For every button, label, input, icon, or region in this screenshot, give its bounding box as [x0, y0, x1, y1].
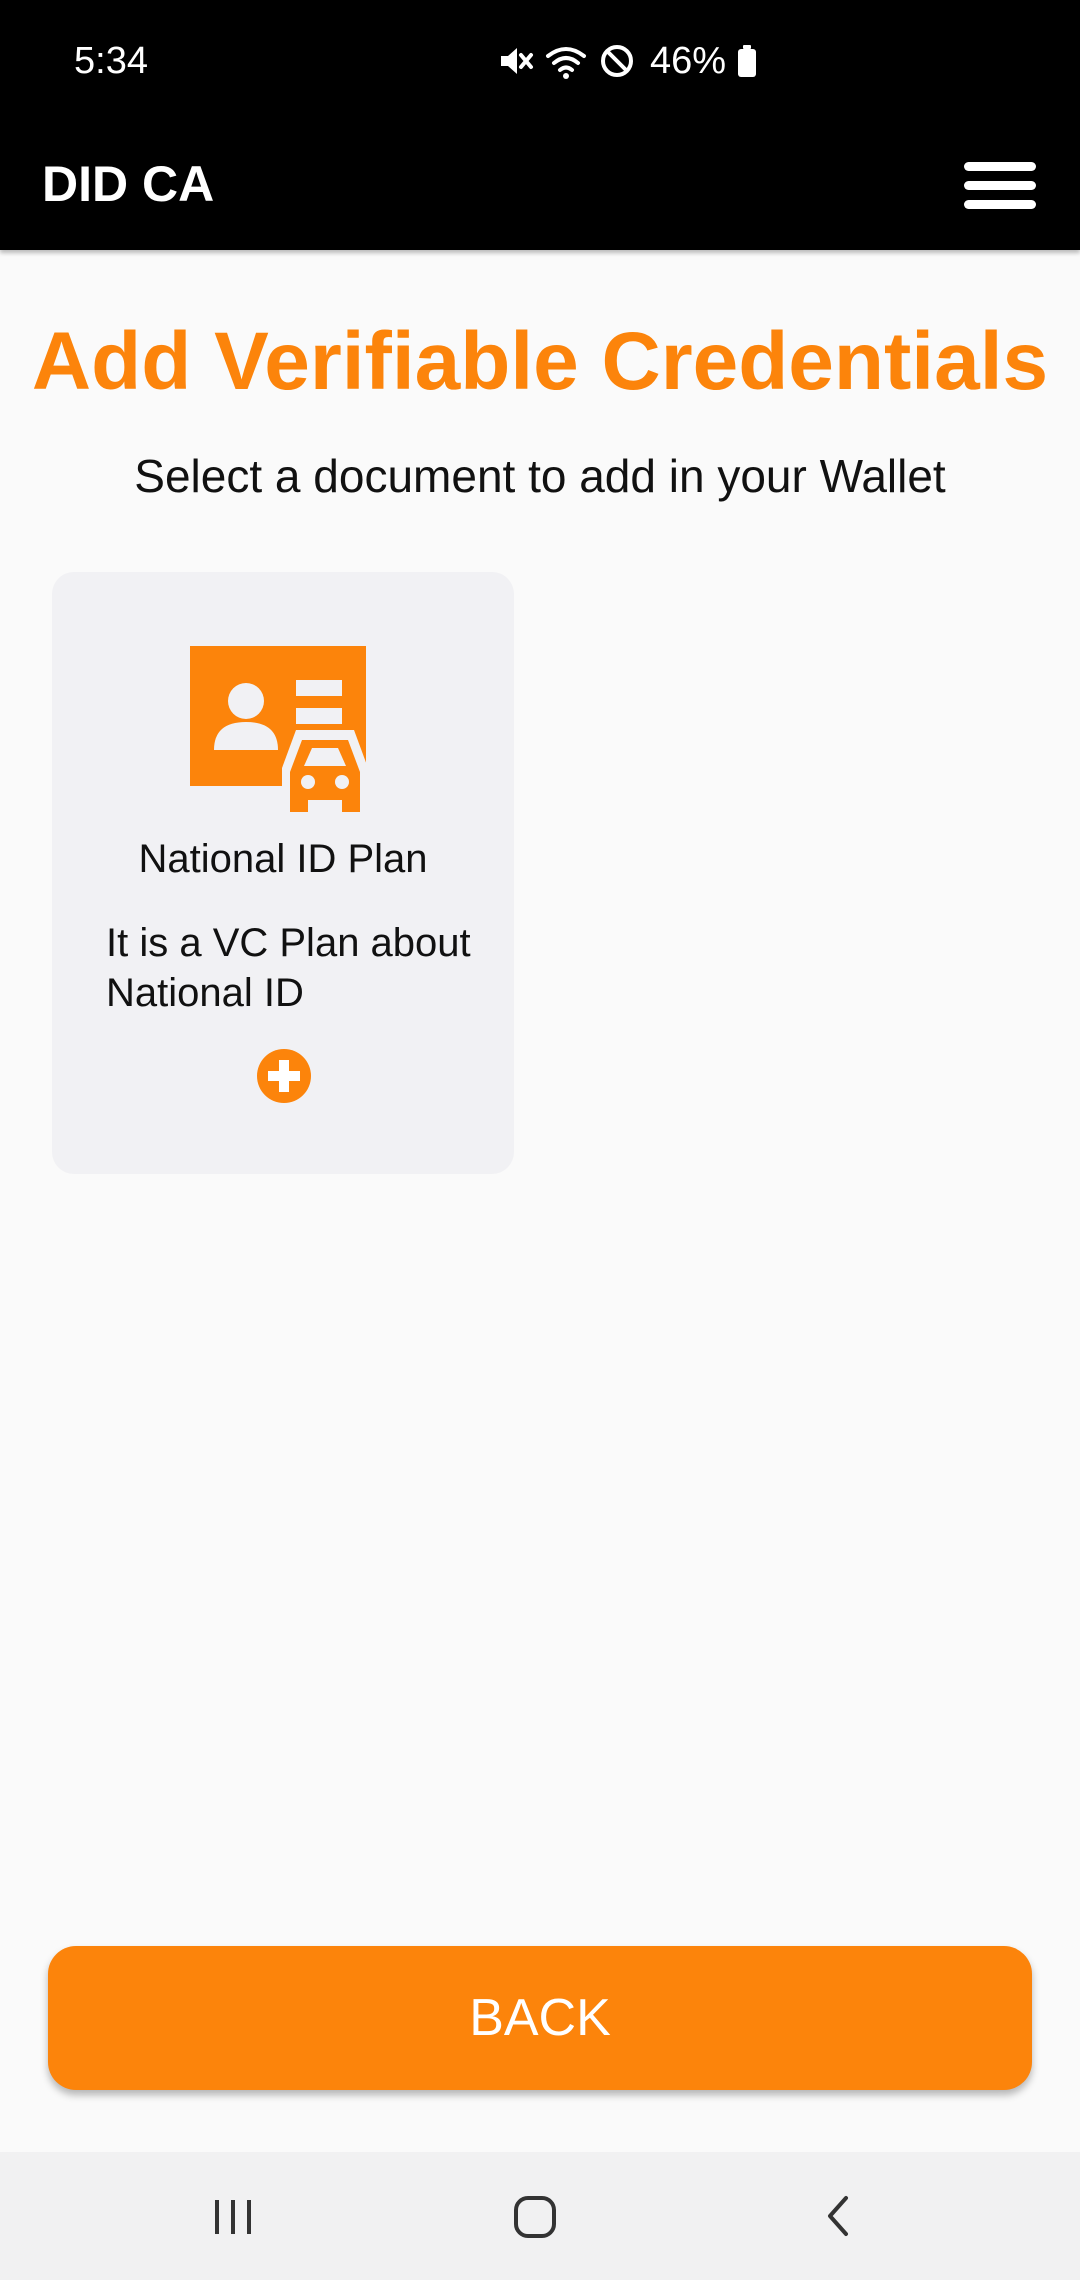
page-title: Add Verifiable Credentials [31, 316, 1049, 407]
back-button[interactable]: BACK [48, 1946, 1032, 2090]
credential-plan-title: National ID Plan [138, 837, 428, 881]
id-card-car-icon [190, 646, 380, 821]
mute-icon [496, 42, 534, 80]
status-icons: 46% [496, 38, 758, 84]
home-icon[interactable] [495, 2186, 575, 2246]
credential-plan-description: It is a VC Plan about National ID [106, 921, 471, 1015]
app-bar: DID CA [0, 124, 1080, 250]
app-title: DID CA [42, 156, 215, 212]
navigation-bar [0, 2152, 1080, 2280]
do-not-disturb-icon [598, 42, 636, 80]
add-circle-icon[interactable] [256, 1048, 312, 1104]
wifi-icon [544, 42, 588, 80]
back-icon[interactable] [798, 2186, 878, 2246]
status-time: 5:34 [74, 40, 148, 82]
status-bar: 5:34 46% [0, 0, 1080, 124]
battery-icon [736, 43, 758, 79]
battery-percentage: 46% [650, 40, 727, 82]
hamburger-menu-icon[interactable] [958, 148, 1042, 224]
page-subtitle: Select a document to add in your Wallet [134, 450, 946, 502]
credential-plan-card[interactable]: National ID Plan It is a VC Plan about N… [52, 572, 514, 1174]
recent-apps-icon[interactable] [193, 2186, 273, 2246]
